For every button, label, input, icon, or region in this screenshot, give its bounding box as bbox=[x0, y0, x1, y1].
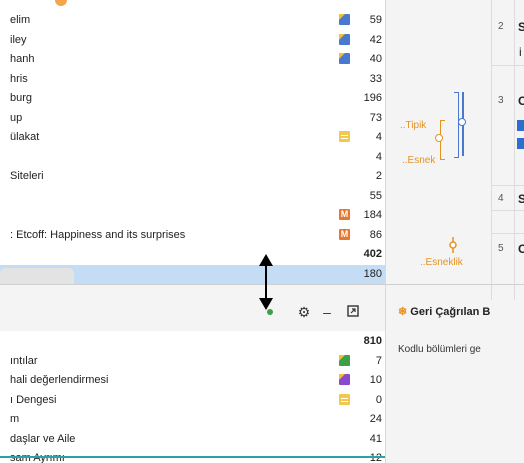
code-count: 0 bbox=[375, 393, 382, 406]
code-label[interactable]: burg bbox=[10, 92, 32, 104]
code-count: 4 bbox=[375, 150, 382, 163]
gear-icon[interactable]: ⚙ bbox=[297, 305, 311, 319]
paragraph-number: 2 bbox=[498, 21, 504, 32]
code-count: 7 bbox=[375, 354, 382, 367]
code-color-dot bbox=[55, 0, 67, 6]
paragraph-text[interactable]: C bbox=[518, 94, 524, 108]
code-row[interactable]: hali değerlendirmesi 10 bbox=[0, 371, 385, 390]
highlighted-text bbox=[517, 120, 524, 131]
document-grid: 2 S i 3 C 4 S 5 C ..Tipik ..Esnek ..Esne… bbox=[386, 0, 524, 300]
code-system-panel: elim 59 iley 42 hanh 40 hris 33 burg 196 up 73 ülaka… bbox=[0, 0, 397, 463]
paragraph-text[interactable]: C bbox=[518, 242, 524, 256]
code-stripe-node bbox=[458, 118, 466, 126]
code-label[interactable]: elim bbox=[10, 14, 30, 26]
code-count: 402 bbox=[363, 248, 382, 260]
restore-icon[interactable] bbox=[346, 305, 360, 319]
code-row[interactable]: M 184 bbox=[0, 206, 385, 225]
code-stripe-esneklik[interactable] bbox=[448, 237, 458, 253]
code-row[interactable]: ülakat 4 bbox=[0, 128, 385, 147]
code-count: 55 bbox=[369, 189, 382, 202]
code-count: 42 bbox=[369, 33, 382, 46]
code-label[interactable]: daşlar ve Aile bbox=[10, 433, 75, 445]
code-count: 40 bbox=[369, 53, 382, 65]
code-row[interactable]: m 24 bbox=[0, 410, 385, 429]
code-count: 196 bbox=[363, 92, 382, 104]
code-stripe-label-esnek[interactable]: ..Esnek bbox=[402, 155, 435, 166]
code-count: 180 bbox=[363, 267, 382, 280]
code-count: 73 bbox=[369, 111, 382, 124]
move-cursor-icon[interactable] bbox=[257, 252, 275, 316]
retrieved-segments-icon: ❄ bbox=[398, 306, 408, 318]
retrieved-segments-title: ❄ Geri Çağrılan B bbox=[398, 305, 490, 318]
code-label[interactable]: ı Dengesi bbox=[10, 394, 56, 406]
code-label[interactable]: ıntılar bbox=[10, 355, 38, 367]
code-row[interactable]: ıntılar 7 bbox=[0, 352, 385, 371]
code-row[interactable]: daşlar ve Aile 41 bbox=[0, 430, 385, 449]
code-label[interactable]: iley bbox=[10, 34, 27, 46]
code-stripe-label-tipik[interactable]: ..Tipik bbox=[400, 120, 426, 131]
code-label[interactable]: hanh bbox=[10, 53, 34, 65]
code-row[interactable]: ı Dengesi 0 bbox=[0, 391, 385, 410]
code-row[interactable]: up 73 bbox=[0, 109, 385, 128]
paragraph-number: 3 bbox=[498, 95, 504, 106]
retrieved-segments-note: Kodlu bölümleri ge bbox=[398, 344, 481, 355]
code-count: 2 bbox=[375, 170, 382, 182]
code-label[interactable]: hris bbox=[10, 73, 28, 85]
document-system-toolbar: ⚙ – bbox=[0, 285, 397, 331]
minimize-icon[interactable]: – bbox=[320, 305, 334, 319]
code-row[interactable]: hris 33 bbox=[0, 70, 385, 89]
code-label[interactable]: Siteleri bbox=[10, 170, 44, 182]
code-count: 41 bbox=[369, 432, 382, 445]
code-row[interactable]: burg 196 bbox=[0, 89, 385, 108]
bottom-accent-line bbox=[0, 456, 397, 458]
code-row[interactable]: hanh 40 bbox=[0, 50, 385, 69]
code-label[interactable]: ülakat bbox=[10, 131, 39, 143]
code-row[interactable]: 4 bbox=[0, 148, 385, 167]
code-count: 33 bbox=[369, 72, 382, 85]
code-label[interactable]: up bbox=[10, 112, 22, 124]
code-row[interactable]: iley 42 bbox=[0, 31, 385, 50]
code-label[interactable]: m bbox=[10, 413, 19, 425]
paragraph-text[interactable]: i bbox=[519, 45, 522, 59]
code-count: 184 bbox=[363, 209, 382, 221]
retrieved-segments-label: Geri Çağrılan B bbox=[410, 306, 491, 318]
paragraph-number: 5 bbox=[498, 243, 504, 254]
paragraph-text[interactable]: S bbox=[518, 20, 524, 34]
code-row[interactable]: Siteleri 2 bbox=[0, 167, 385, 186]
code-row[interactable]: 55 bbox=[0, 187, 385, 206]
code-row[interactable]: 810 bbox=[0, 332, 385, 351]
code-count: 810 bbox=[363, 335, 382, 347]
document-browser-pane: 2 S i 3 C 4 S 5 C ..Tipik ..Esnek ..Esne… bbox=[386, 0, 524, 463]
code-count: 24 bbox=[369, 413, 382, 425]
paragraph-text[interactable]: S bbox=[518, 192, 524, 206]
code-stripe-label-esneklik[interactable]: ..Esneklik bbox=[420, 257, 463, 268]
code-count: 59 bbox=[369, 14, 382, 26]
code-label[interactable]: hali değerlendirmesi bbox=[10, 374, 108, 386]
code-label[interactable]: : Etcoff: Happiness and its surprises bbox=[10, 229, 185, 241]
code-row[interactable]: : Etcoff: Happiness and its surprises M 86 bbox=[0, 226, 385, 245]
code-count: 4 bbox=[375, 131, 382, 143]
highlighted-text bbox=[517, 138, 524, 149]
code-row[interactable]: elim 59 bbox=[0, 11, 385, 30]
code-stripe-node bbox=[435, 134, 443, 142]
code-stripe-blue-bracket bbox=[454, 92, 459, 158]
paragraph-number: 4 bbox=[498, 193, 504, 204]
code-count: 86 bbox=[369, 228, 382, 241]
pane-separator bbox=[386, 284, 524, 285]
code-row[interactable]: 402 bbox=[0, 245, 385, 264]
code-count: 10 bbox=[369, 374, 382, 386]
